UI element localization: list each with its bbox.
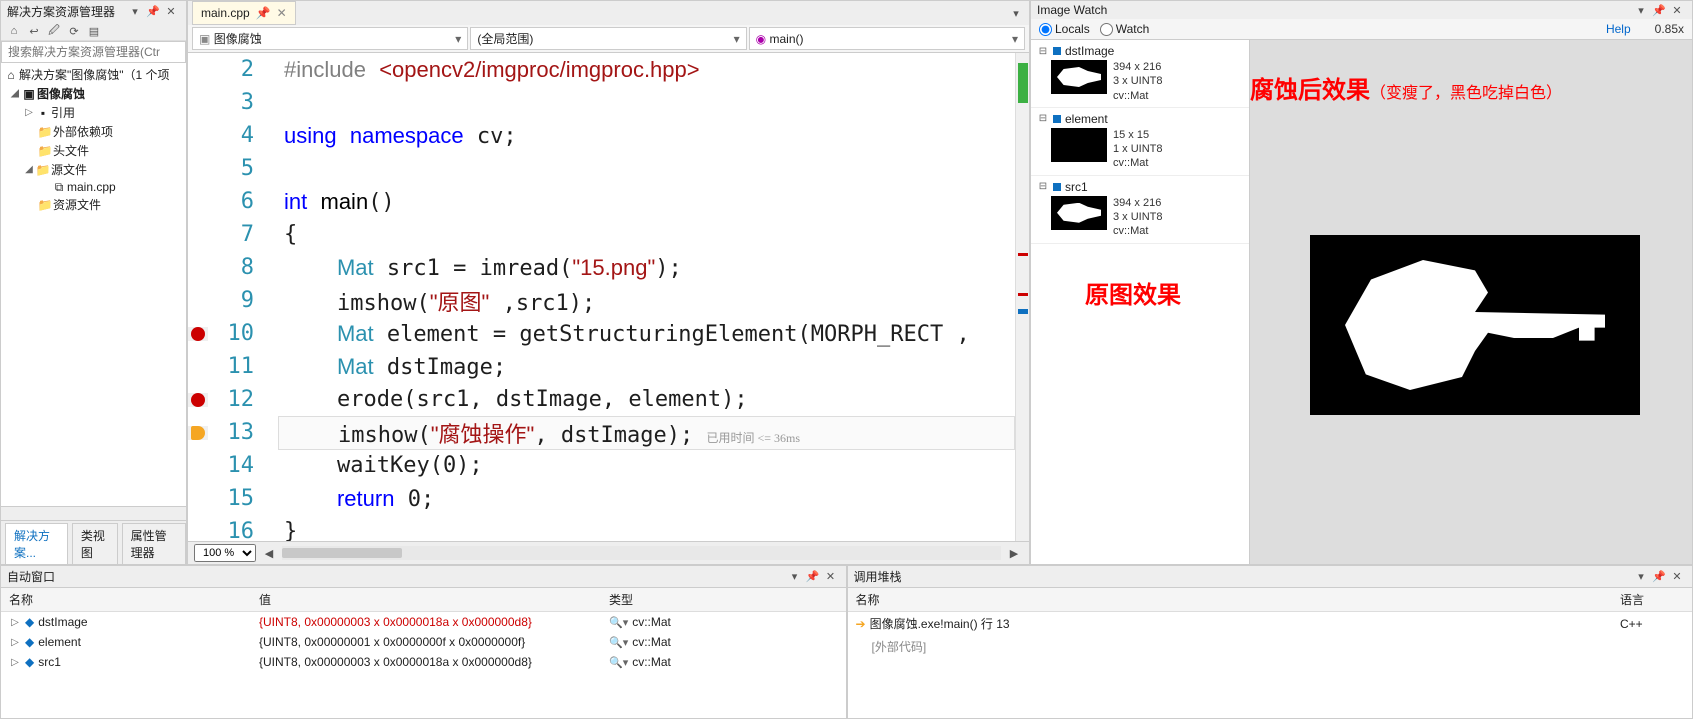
folder-icon: 📁 bbox=[37, 144, 53, 158]
sync-icon[interactable]: 🖉 bbox=[47, 24, 61, 38]
home-icon[interactable]: ⌂ bbox=[7, 24, 21, 38]
pin-icon[interactable]: 📌 bbox=[256, 6, 271, 20]
expand-icon[interactable]: ◢ bbox=[23, 164, 35, 175]
close-icon[interactable]: ✕ bbox=[164, 5, 178, 19]
annotation-after: 腐蚀后效果（变瘦了，黑色吃掉白色） bbox=[1250, 70, 1562, 105]
watch-item[interactable]: ⊟src1394 x 2163 x UINT8cv::Mat bbox=[1031, 176, 1249, 244]
folder-icon: 📁 bbox=[37, 198, 53, 212]
close-icon[interactable]: ✕ bbox=[1670, 570, 1684, 584]
code-editor[interactable]: 2#include <opencv2/imgproc/imgproc.hpp>3… bbox=[188, 53, 1029, 541]
refs-icon: ▪ bbox=[35, 106, 51, 120]
overview-ruler[interactable] bbox=[1015, 53, 1029, 541]
editor-tab-main[interactable]: main.cpp 📌 ✕ bbox=[192, 1, 296, 25]
arrow-left-icon[interactable]: ◀ bbox=[262, 546, 276, 560]
arrow-right-icon[interactable]: ▶ bbox=[1007, 546, 1021, 560]
col-lang[interactable]: 语言 bbox=[1612, 588, 1692, 611]
callstack-pane: 调用堆栈 ▾ 📌 ✕ 名称 语言 ➔ 图像腐蚀.exe!main() 行 13C… bbox=[847, 565, 1693, 719]
refs-node[interactable]: ▷▪引用 bbox=[1, 103, 186, 122]
callstack-row[interactable]: ➔ 图像腐蚀.exe!main() 行 13C++ bbox=[848, 612, 1693, 635]
help-link[interactable]: Help bbox=[1606, 22, 1631, 36]
sln-toolbar: ⌂ ↩ 🖉 ⟳ ▤ bbox=[1, 22, 186, 41]
project-icon: ▣ bbox=[21, 87, 37, 101]
solution-root[interactable]: ⌂ 解决方案"图像腐蚀"（1 个项 bbox=[1, 65, 186, 84]
annotation-original: 原图效果 bbox=[1085, 275, 1181, 310]
dropdown-icon[interactable]: ▾ bbox=[1634, 3, 1648, 17]
solution-icon: ⌂ bbox=[3, 68, 19, 82]
editor-pane: main.cpp 📌 ✕ ▾ ▣ 图像腐蚀▾ (全局范围)▾ ◉ main()▾… bbox=[187, 0, 1030, 565]
preview-image bbox=[1310, 235, 1640, 415]
locals-radio[interactable]: Locals bbox=[1039, 22, 1090, 36]
callstack-row[interactable]: [外部代码] bbox=[848, 635, 1693, 658]
expand-icon[interactable]: ◢ bbox=[9, 88, 21, 99]
editor-hscroll[interactable] bbox=[282, 546, 1001, 560]
res-node[interactable]: 📁资源文件 bbox=[1, 195, 186, 214]
src-node[interactable]: ◢📁源文件 bbox=[1, 160, 186, 179]
dropdown-icon[interactable]: ▾ bbox=[1634, 570, 1648, 584]
zoom-factor: 0.85x bbox=[1655, 22, 1684, 36]
autos-row[interactable]: ▷◆ dstImage{UINT8, 0x00000003 x 0x000001… bbox=[1, 612, 846, 632]
zoom-dropdown[interactable]: 100 % bbox=[194, 544, 256, 562]
scope-global-dropdown[interactable]: (全局范围)▾ bbox=[470, 27, 746, 50]
image-watch-title: Image Watch bbox=[1037, 3, 1107, 17]
autos-pane: 自动窗口 ▾ 📌 ✕ 名称 值 类型 ▷◆ dstImage{UINT8, 0x… bbox=[0, 565, 847, 719]
expand-icon[interactable]: ▷ bbox=[23, 107, 35, 118]
image-watch-pane: Image Watch ▾ 📌 ✕ Locals Watch Help 0.85… bbox=[1030, 0, 1693, 565]
watch-viewer[interactable]: 腐蚀后效果（变瘦了，黑色吃掉白色） 原图效果 bbox=[1250, 40, 1692, 564]
close-icon[interactable]: ✕ bbox=[277, 6, 287, 20]
pin-icon[interactable]: 📌 bbox=[806, 570, 820, 584]
cpp-icon: ⧉ bbox=[51, 180, 67, 194]
dropdown-icon[interactable]: ▾ bbox=[1009, 6, 1023, 20]
close-icon[interactable]: ✕ bbox=[824, 570, 838, 584]
solution-tree: ⌂ 解决方案"图像腐蚀"（1 个项 ◢ ▣ 图像腐蚀 ▷▪引用 📁外部依赖项 📁… bbox=[1, 63, 186, 506]
hscrollbar[interactable] bbox=[1, 506, 186, 520]
autos-title: 自动窗口 bbox=[7, 568, 55, 585]
callstack-title: 调用堆栈 bbox=[854, 568, 902, 585]
folder-icon: 📁 bbox=[37, 125, 53, 139]
pin-icon[interactable]: 📌 bbox=[146, 5, 160, 19]
tab-solution[interactable]: 解决方案... bbox=[5, 523, 68, 564]
solution-explorer-pane: 解决方案资源管理器 ▾ 📌 ✕ ⌂ ↩ 🖉 ⟳ ▤ ⌂ 解决方案"图像腐蚀"（1… bbox=[0, 0, 187, 565]
main-file-node[interactable]: ⧉main.cpp bbox=[1, 179, 186, 195]
solution-explorer-title: 解决方案资源管理器 bbox=[7, 3, 115, 20]
col-name[interactable]: 名称 bbox=[1, 588, 251, 611]
watch-item[interactable]: ⊟element15 x 151 x UINT8cv::Mat bbox=[1031, 108, 1249, 176]
watch-item[interactable]: ⊟dstImage394 x 2163 x UINT8cv::Mat bbox=[1031, 40, 1249, 108]
tab-label: main.cpp bbox=[201, 6, 250, 20]
dropdown-icon[interactable]: ▾ bbox=[788, 570, 802, 584]
watch-radio[interactable]: Watch bbox=[1100, 22, 1150, 36]
col-type[interactable]: 类型 bbox=[601, 588, 846, 611]
props-icon[interactable]: ▤ bbox=[87, 24, 101, 38]
dropdown-icon[interactable]: ▾ bbox=[128, 5, 142, 19]
pin-icon[interactable]: 📌 bbox=[1652, 570, 1666, 584]
project-node[interactable]: ◢ ▣ 图像腐蚀 bbox=[1, 84, 186, 103]
scope-member-dropdown[interactable]: ◉ main()▾ bbox=[749, 27, 1025, 50]
autos-row[interactable]: ▷◆ element{UINT8, 0x00000001 x 0x0000000… bbox=[1, 632, 846, 652]
hdr-node[interactable]: 📁头文件 bbox=[1, 141, 186, 160]
refresh-icon[interactable]: ⟳ bbox=[67, 24, 81, 38]
back-icon[interactable]: ↩ bbox=[27, 24, 41, 38]
autos-row[interactable]: ▷◆ src1{UINT8, 0x00000003 x 0x0000018a x… bbox=[1, 652, 846, 672]
tab-propmgr[interactable]: 属性管理器 bbox=[122, 523, 186, 564]
folder-icon: 📁 bbox=[35, 163, 51, 177]
search-input[interactable] bbox=[1, 41, 186, 63]
col-value[interactable]: 值 bbox=[251, 588, 601, 611]
col-name[interactable]: 名称 bbox=[848, 588, 1613, 611]
tab-classview[interactable]: 类视图 bbox=[72, 523, 118, 564]
close-icon[interactable]: ✕ bbox=[1670, 3, 1684, 17]
pin-icon[interactable]: 📌 bbox=[1652, 3, 1666, 17]
scope-project-dropdown[interactable]: ▣ 图像腐蚀▾ bbox=[192, 27, 468, 50]
ext-node[interactable]: 📁外部依赖项 bbox=[1, 122, 186, 141]
